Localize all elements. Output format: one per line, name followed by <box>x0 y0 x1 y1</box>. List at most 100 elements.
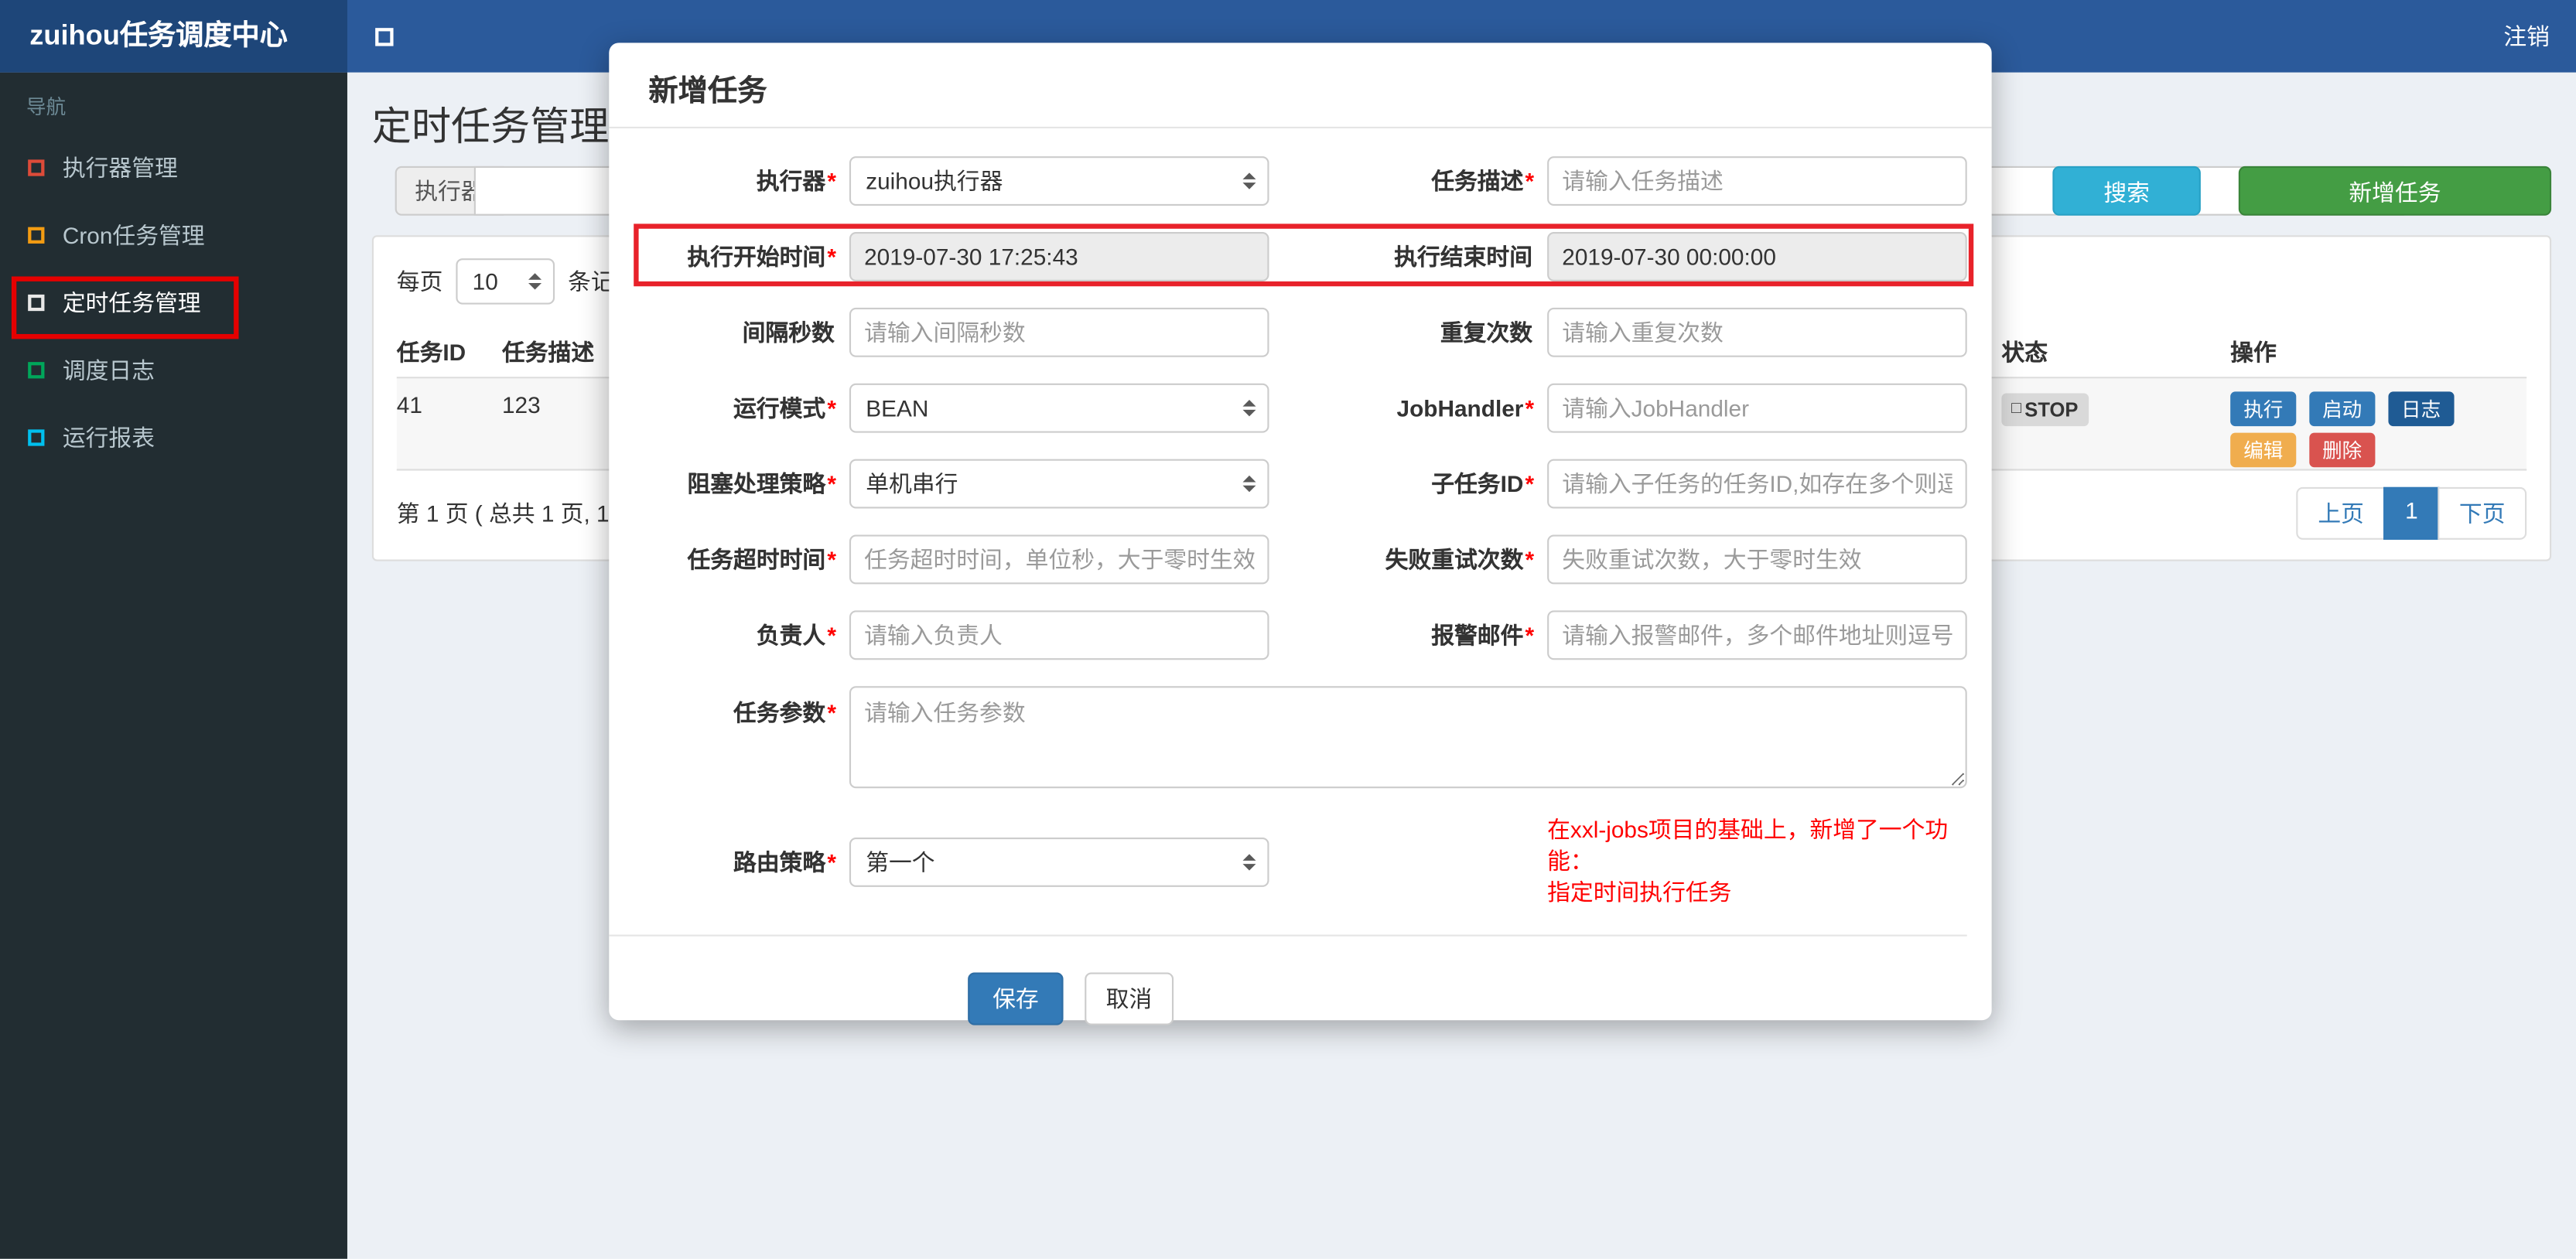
repeat-count-input[interactable] <box>1547 307 1967 357</box>
sidebar-item-label: Cron任务管理 <box>62 221 205 248</box>
header-status: 状态 <box>2001 339 2048 366</box>
app-root: zuihou任务调度中心 注销 导航 执行器管理 Cron任务管理 定时任务管理… <box>0 0 2576 1259</box>
select-updown-icon <box>1242 475 1256 493</box>
modal-body: 执行器* zuihou执行器 任务描述* 执行开始时间* 执行结束时间 间隔秒数 <box>609 128 1991 1025</box>
task-desc-label: 任务描述 * <box>1431 168 1535 195</box>
block-strategy-label: 阻塞处理策略 * <box>687 470 836 497</box>
end-time-label: 执行结束时间 <box>1394 243 1532 270</box>
prev-page-button[interactable]: 上页 <box>2296 486 2386 540</box>
owner-input[interactable] <box>849 610 1269 660</box>
select-updown-icon <box>1242 853 1256 870</box>
form-row-timeout-retry: 任务超时时间* 失败重试次数* <box>609 534 1967 585</box>
task-params-label: 任务参数 * <box>733 699 836 726</box>
sidebar-item-cron-task-mgmt[interactable]: Cron任务管理 <box>0 201 347 268</box>
next-page-button[interactable]: 下页 <box>2438 486 2527 540</box>
form-row-interval-repeat: 间隔秒数 重复次数 <box>609 307 1967 357</box>
add-task-modal: 新增任务 执行器* zuihou执行器 任务描述* 执行开始时间* 执行结束时间 <box>609 43 1992 1025</box>
cancel-button[interactable]: 取消 <box>1084 972 1174 1025</box>
executor-select[interactable]: zuihou执行器 <box>849 156 1269 206</box>
route-strategy-select-value: 第一个 <box>866 848 935 875</box>
route-strategy-label: 路由策略 * <box>733 848 836 875</box>
menu-square-icon <box>28 361 45 378</box>
feature-note-line2: 指定时间执行任务 <box>1547 879 1732 906</box>
start-button[interactable]: 启动 <box>2309 391 2376 427</box>
alarm-email-input[interactable] <box>1547 610 1967 660</box>
jobhandler-input[interactable] <box>1547 383 1967 433</box>
form-row-task-params: 任务参数 * <box>609 686 1967 789</box>
form-row-runmode-handler: 运行模式 * BEAN JobHandler * <box>609 383 1967 433</box>
brand-title: zuihou任务调度中心 <box>0 0 347 73</box>
header-actions: 操作 <box>2230 339 2277 366</box>
fail-retry-label: 失败重试次数 * <box>1385 546 1535 573</box>
select-updown-icon <box>1242 400 1256 417</box>
sidebar-menu: 执行器管理 Cron任务管理 定时任务管理 调度日志 运行报表 <box>0 133 347 470</box>
header-task-desc: 任务描述 <box>501 339 595 366</box>
stop-square-icon: □ <box>2011 400 2022 418</box>
cell-status: □ STOP <box>2001 391 2089 427</box>
sidebar-item-run-report[interactable]: 运行报表 <box>0 403 347 470</box>
per-page-prefix: 每页 <box>396 268 443 295</box>
form-row-executor: 执行器 * zuihou执行器 任务描述 * <box>609 156 1967 206</box>
add-task-button[interactable]: 新增任务 <box>2238 165 2552 216</box>
modal-title: 新增任务 <box>609 43 1992 128</box>
run-mode-label: 运行模式 * <box>733 394 836 421</box>
end-time-input[interactable] <box>1547 232 1967 281</box>
select-updown-icon <box>1242 172 1256 189</box>
status-badge: □ STOP <box>2001 393 2089 427</box>
pagination-buttons: 上页 1 下页 <box>2296 486 2527 540</box>
executor-label: 执行器 * <box>756 168 836 195</box>
start-time-input[interactable] <box>849 232 1269 281</box>
actions-row-2: 编辑 删除 <box>2230 432 2461 468</box>
sidebar-item-label: 调度日志 <box>62 356 155 383</box>
cell-task-desc: 123 <box>501 391 541 418</box>
menu-square-icon <box>28 293 45 311</box>
task-params-textarea[interactable] <box>849 686 1967 789</box>
fail-retry-input[interactable] <box>1547 534 1967 585</box>
sidebar-item-timed-task-mgmt[interactable]: 定时任务管理 <box>0 268 347 336</box>
form-row-route-strategy: 路由策略 * 第一个 在xxl-jobs项目的基础上，新增了一个功能： 指定时间执… <box>609 814 1966 908</box>
jobhandler-label: JobHandler * <box>1396 394 1535 421</box>
modal-footer: 保存 取消 <box>609 937 1966 1025</box>
current-page-button[interactable]: 1 <box>2383 486 2440 540</box>
execute-button[interactable]: 执行 <box>2230 391 2297 427</box>
menu-square-icon <box>28 428 45 445</box>
edit-button[interactable]: 编辑 <box>2230 432 2297 468</box>
sidebar: 导航 执行器管理 Cron任务管理 定时任务管理 调度日志 运行报表 <box>0 72 347 1259</box>
header-task-id: 任务ID <box>396 339 466 366</box>
per-page-select[interactable]: 10 <box>456 258 555 305</box>
route-strategy-select[interactable]: 第一个 <box>849 836 1269 886</box>
form-row-owner-email: 负责人* 报警邮件* <box>609 610 1967 660</box>
child-task-id-label: 子任务ID * <box>1431 470 1535 497</box>
block-strategy-select-value: 单机串行 <box>866 470 958 497</box>
run-mode-select[interactable]: BEAN <box>849 383 1269 433</box>
form-row-block-childid: 阻塞处理策略 * 单机串行 子任务ID * <box>609 459 1967 509</box>
select-updown-icon <box>528 273 542 290</box>
sidebar-item-executor-mgmt[interactable]: 执行器管理 <box>0 133 347 200</box>
timeout-label: 任务超时时间 * <box>687 546 836 573</box>
logout-link[interactable]: 注销 <box>2503 0 2550 73</box>
cell-task-id: 41 <box>396 391 422 418</box>
timeout-input[interactable] <box>849 534 1269 585</box>
cell-actions: 执行 启动 日志 编辑 删除 <box>2230 391 2461 468</box>
task-desc-input[interactable] <box>1547 156 1967 206</box>
feature-note-line1: 在xxl-jobs项目的基础上，新增了一个功能： <box>1547 816 1949 874</box>
run-mode-select-value: BEAN <box>866 394 929 421</box>
child-task-id-input[interactable] <box>1547 459 1967 509</box>
menu-square-icon <box>28 226 45 243</box>
save-button[interactable]: 保存 <box>968 972 1064 1025</box>
sidebar-item-label: 运行报表 <box>62 423 155 450</box>
alarm-email-label: 报警邮件 * <box>1431 622 1535 649</box>
block-strategy-select[interactable]: 单机串行 <box>849 459 1269 509</box>
interval-seconds-input[interactable] <box>849 307 1269 357</box>
executor-select-value: zuihou执行器 <box>866 168 1003 195</box>
feature-note: 在xxl-jobs项目的基础上，新增了一个功能： 指定时间执行任务 <box>1547 814 1967 908</box>
delete-button[interactable]: 删除 <box>2309 432 2376 468</box>
sidebar-toggle-icon[interactable] <box>375 28 394 46</box>
per-page-value: 10 <box>472 268 498 295</box>
sidebar-item-dispatch-log[interactable]: 调度日志 <box>0 336 347 403</box>
menu-square-icon <box>28 159 45 176</box>
actions-row-1: 执行 启动 日志 <box>2230 391 2461 427</box>
status-text: STOP <box>2024 397 2079 421</box>
search-button[interactable]: 搜索 <box>2052 165 2201 216</box>
log-button[interactable]: 日志 <box>2388 391 2455 427</box>
